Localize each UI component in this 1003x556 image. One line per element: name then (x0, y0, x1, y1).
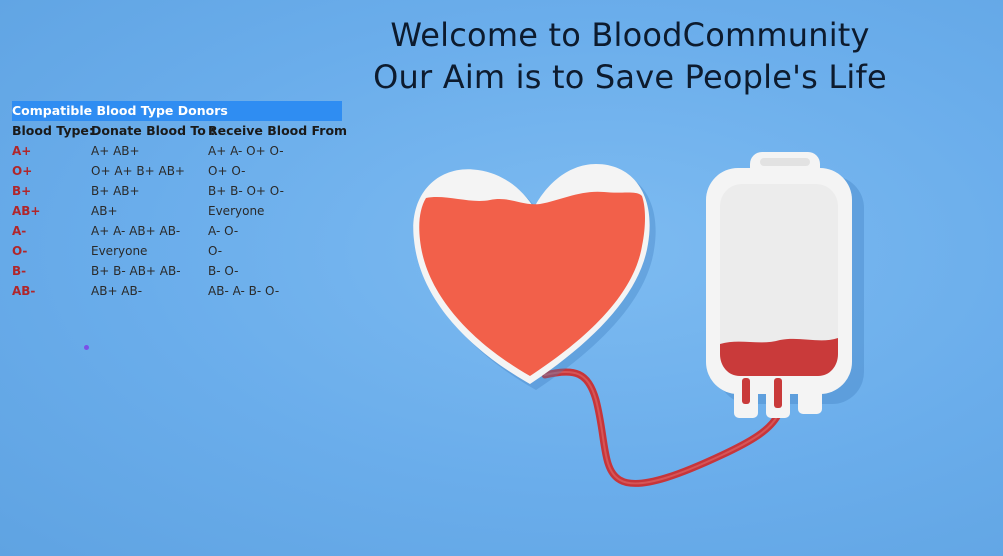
table-row: A+ A+ AB+ A+ A- O+ O- (12, 141, 348, 161)
donate-to-cell: AB+ AB- (91, 284, 143, 298)
table-row: O- Everyone O- (12, 241, 348, 261)
receive-from-cell: AB- A- B- O- (208, 284, 280, 298)
receive-from-cell: B+ B- O+ O- (208, 184, 284, 198)
table-row: AB+ AB+ Everyone (12, 201, 348, 221)
heart-icon (413, 164, 656, 390)
blood-type-cell: A- (12, 224, 27, 238)
receive-from-cell: A- O- (208, 224, 239, 238)
receive-from-cell: B- O- (208, 264, 239, 278)
receive-from-cell: Everyone (208, 204, 265, 218)
table-row: B+ B+ AB+ B+ B- O+ O- (12, 181, 348, 201)
table-row: B- B+ B- AB+ AB- B- O- (12, 261, 348, 281)
blood-type-cell: AB+ (12, 204, 41, 218)
donate-to-cell: B+ AB+ (91, 184, 140, 198)
blood-bag-icon (706, 152, 864, 418)
donate-to-cell: AB+ (91, 204, 118, 218)
blood-type-cell: B- (12, 264, 27, 278)
table-row: AB- AB+ AB- AB- A- B- O- (12, 281, 348, 301)
column-header-receive: Receive Blood From (208, 123, 348, 138)
blood-type-cell: AB- (12, 284, 36, 298)
bullet-dot (84, 345, 89, 350)
blood-type-cell: O+ (12, 164, 33, 178)
table-caption: Compatible Blood Type Donors (12, 101, 342, 121)
donate-to-cell: Everyone (91, 244, 148, 258)
donate-to-cell: B+ B- AB+ AB- (91, 264, 181, 278)
hero-title: Welcome to BloodCommunity (390, 16, 870, 54)
table-header-row: Blood Type: Donate Blood To : Receive Bl… (12, 121, 348, 141)
donate-to-cell: A+ AB+ (91, 144, 140, 158)
blood-type-cell: B+ (12, 184, 32, 198)
donate-to-cell: A+ A- AB+ AB- (91, 224, 181, 238)
table-row: A- A+ A- AB+ AB- A- O- (12, 221, 348, 241)
blood-compatibility-table: Compatible Blood Type Donors Blood Type:… (12, 101, 348, 301)
table-row: O+ O+ A+ B+ AB+ O+ O- (12, 161, 348, 181)
column-header-blood-type: Blood Type: (12, 123, 94, 138)
receive-from-cell: O+ O- (208, 164, 246, 178)
receive-from-cell: O- (208, 244, 223, 258)
hero-subtitle: Our Aim is to Save People's Life (373, 58, 887, 96)
donate-to-cell: O+ A+ B+ AB+ (91, 164, 185, 178)
blood-type-cell: A+ (12, 144, 32, 158)
hero-headline: Welcome to BloodCommunity Our Aim is to … (360, 14, 900, 98)
column-header-donate: Donate Blood To : (91, 123, 216, 138)
blood-type-cell: O- (12, 244, 28, 258)
receive-from-cell: A+ A- O+ O- (208, 144, 284, 158)
